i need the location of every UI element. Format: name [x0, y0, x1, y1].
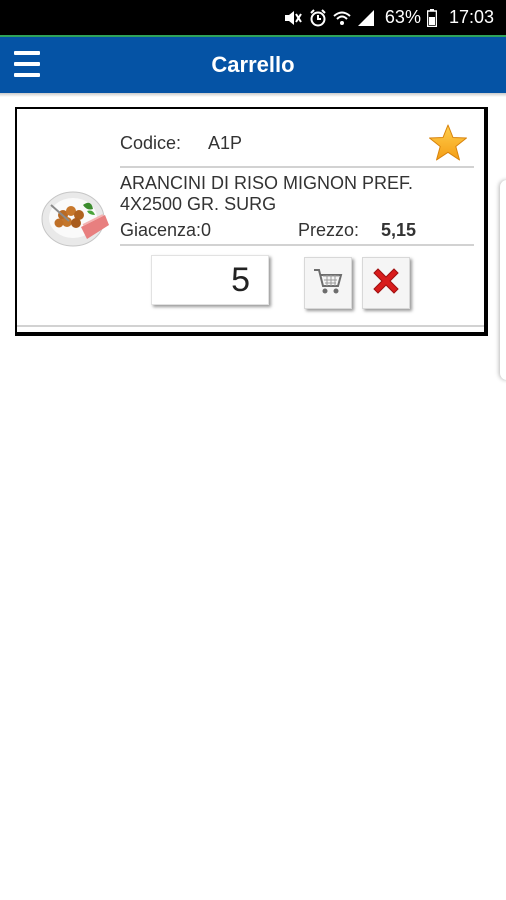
- divider: [120, 244, 474, 246]
- status-bar: 63% 17:03: [0, 0, 506, 35]
- star-icon[interactable]: [428, 123, 468, 163]
- remove-item-button[interactable]: [362, 257, 410, 309]
- price-value: 5,15: [381, 220, 417, 240]
- stock-value: 0: [201, 220, 212, 240]
- product-code-value: A1P: [208, 133, 243, 153]
- wifi-icon: [333, 9, 351, 27]
- stock-row: Giacenza:0: [120, 220, 211, 241]
- clock: 17:03: [448, 7, 494, 27]
- close-icon: [369, 264, 403, 303]
- quantity-input[interactable]: 5: [151, 255, 269, 305]
- edge-panel-handle[interactable]: [500, 180, 506, 380]
- price-label: Prezzo:: [298, 220, 360, 240]
- signal-icon: [357, 9, 375, 27]
- divider: [17, 325, 484, 327]
- battery-percentage: 63%: [384, 7, 421, 27]
- cart-item-card: Codice: A1P ARANCINI DI RISO MIGNON PREF.…: [15, 107, 488, 336]
- product-name: ARANCINI DI RISO MIGNON PREF. 4X2500 GR.…: [120, 173, 414, 214]
- status-icons: 63% 17:03: [283, 7, 494, 28]
- product-image: [39, 181, 111, 253]
- product-code-row: Codice: A1P: [120, 133, 242, 154]
- price-row: Prezzo: 5,15: [298, 220, 416, 241]
- shopping-cart-icon: [312, 266, 344, 301]
- hamburger-menu-icon[interactable]: [14, 51, 40, 77]
- stock-label: Giacenza:: [120, 220, 202, 240]
- app-bar: Carrello: [0, 35, 506, 93]
- divider: [120, 166, 474, 168]
- battery-icon: [426, 8, 437, 27]
- alarm-icon: [309, 8, 327, 27]
- page-title: Carrello: [211, 52, 295, 77]
- mute-icon: [283, 9, 303, 27]
- app-bar-shadow: [0, 93, 506, 97]
- product-code-label: Codice:: [120, 133, 182, 153]
- add-to-cart-button[interactable]: [304, 257, 352, 309]
